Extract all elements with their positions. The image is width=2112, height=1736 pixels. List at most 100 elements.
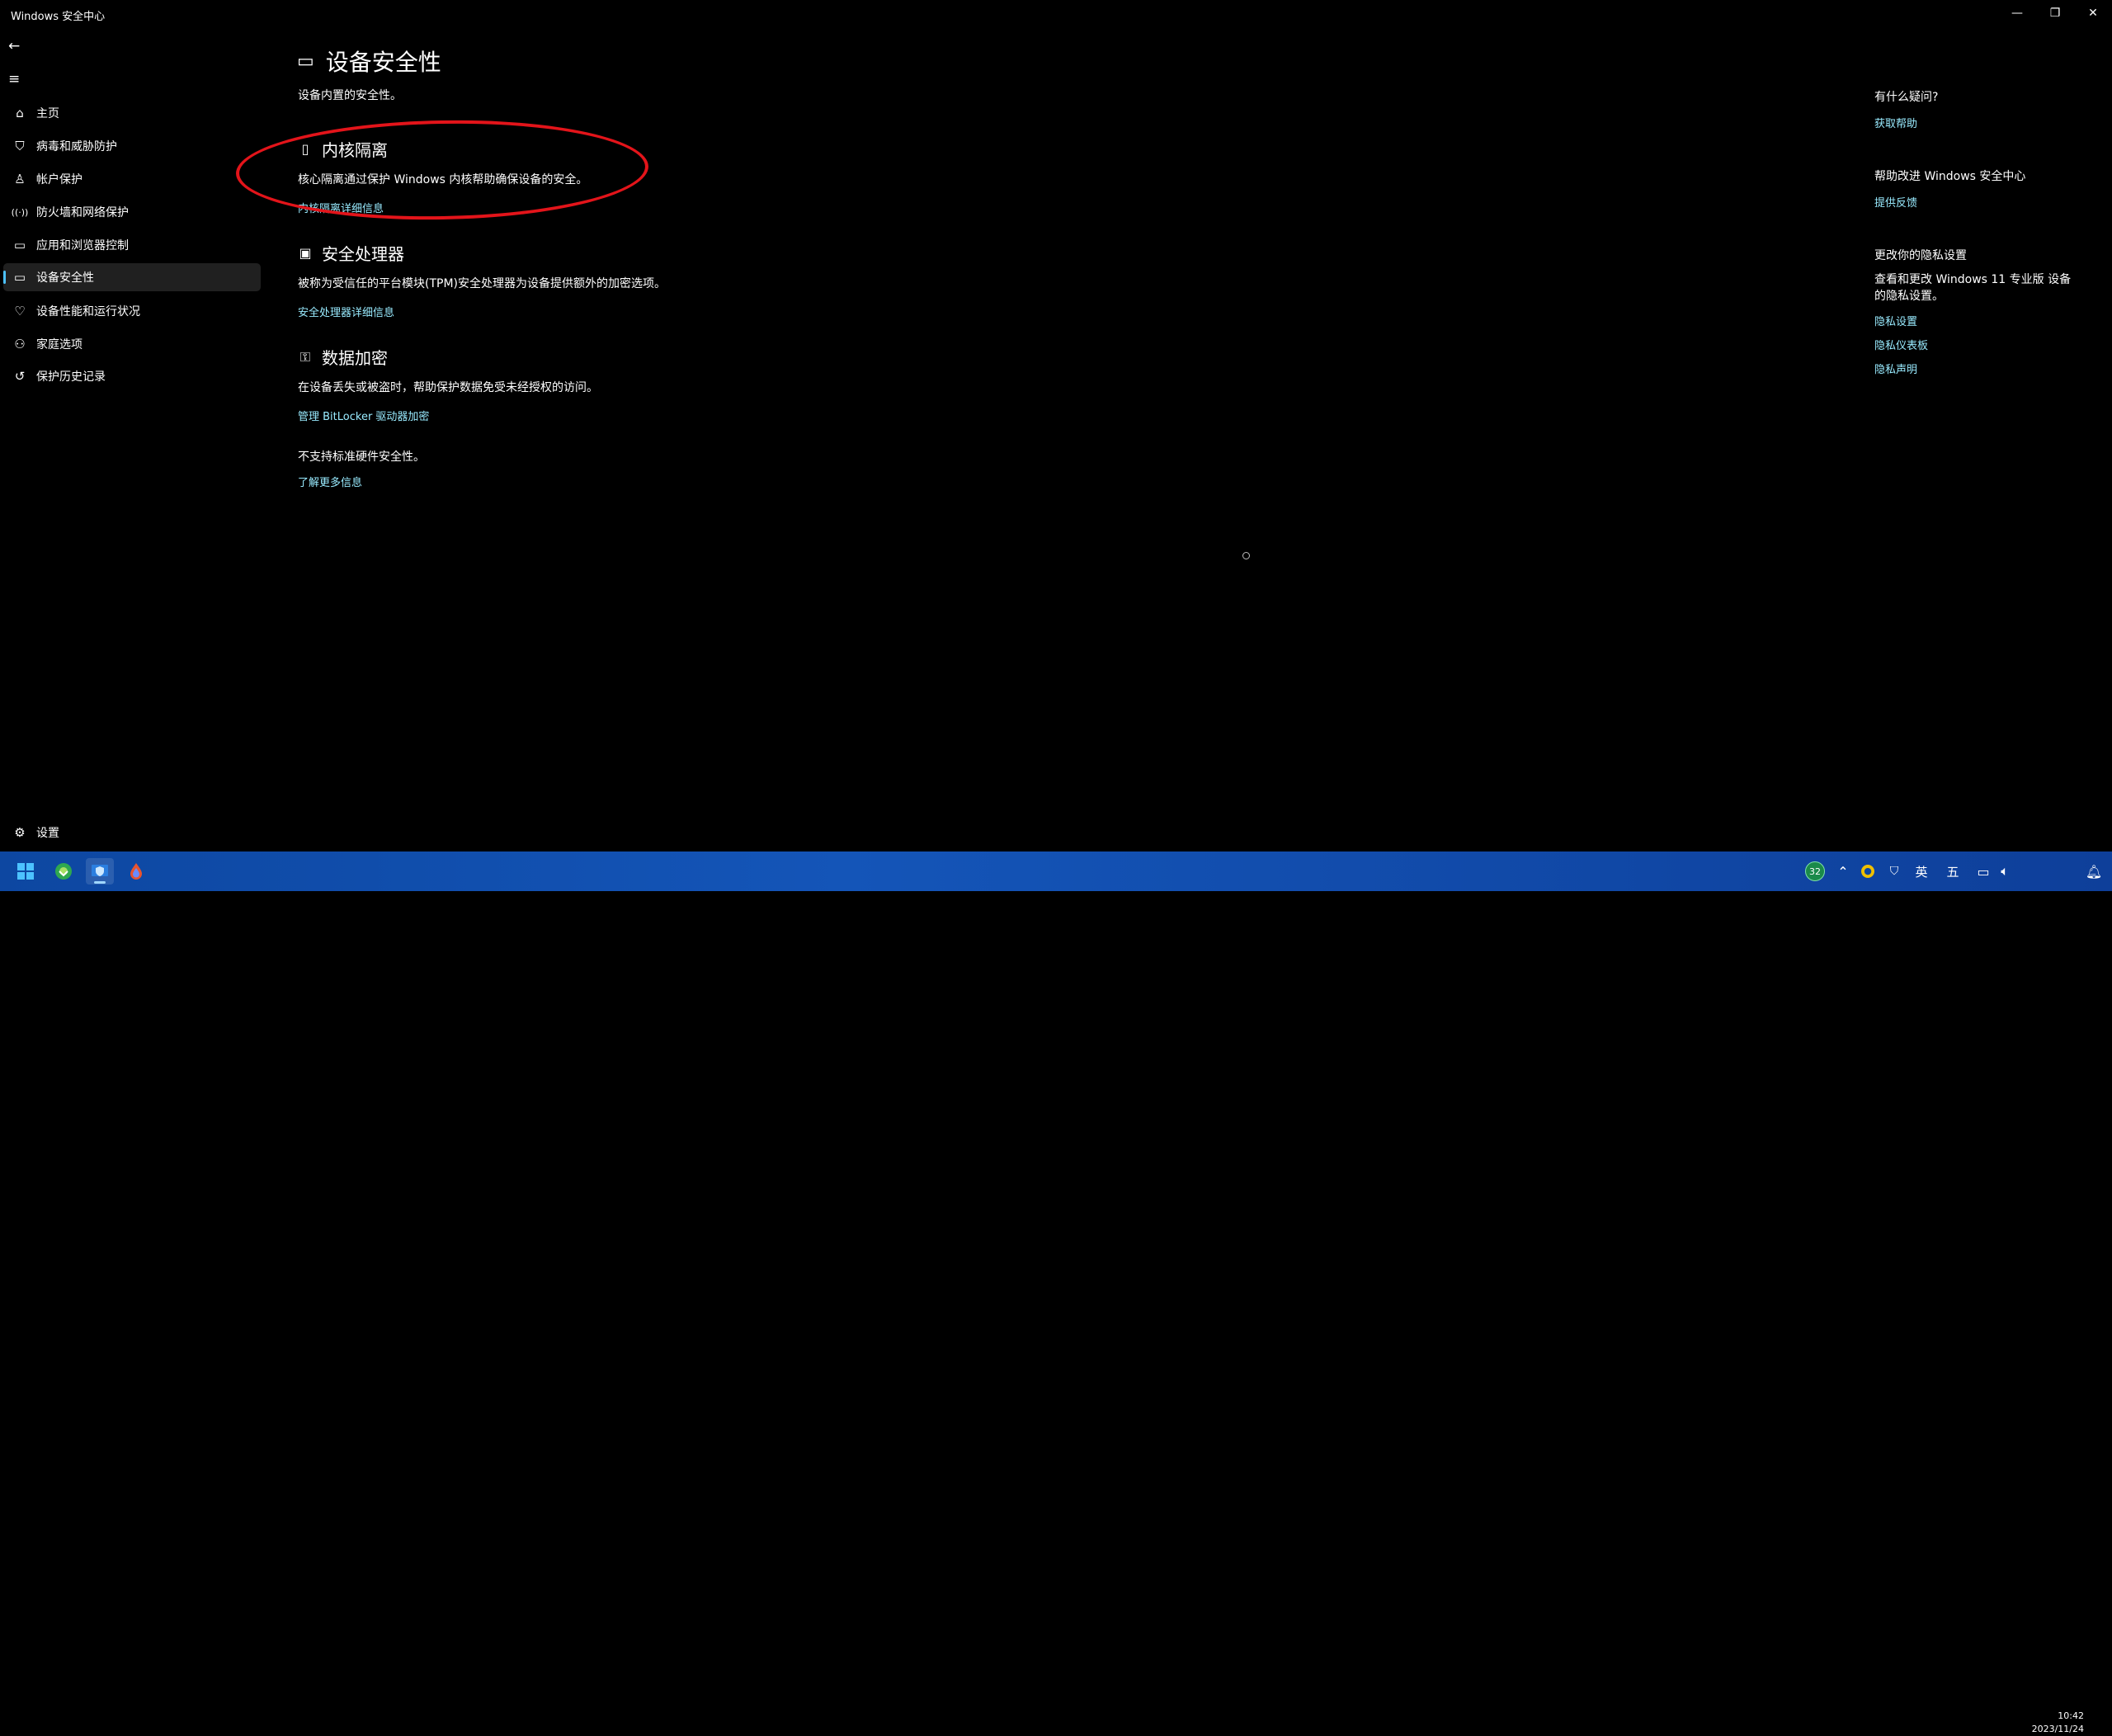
sidebar-item-label: 设备安全性 <box>36 271 94 285</box>
browser-taskbar-icon[interactable] <box>50 858 78 885</box>
app-window-icon: ▭ <box>13 238 26 252</box>
feedback-panel: 帮助改进 Windows 安全中心 提供反馈 <box>1874 167 2105 210</box>
sidebar-item-label: 保护历史记录 <box>36 370 106 384</box>
section-security-processor: ▣ 安全处理器 被称为受信任的平台模块(TPM)安全处理器为设备提供额外的加密选… <box>297 241 666 319</box>
sidebar-item-label: 帐户保护 <box>36 173 82 186</box>
privacy-statement-link[interactable]: 隐私声明 <box>1874 361 2105 376</box>
privacy-settings-link[interactable]: 隐私设置 <box>1874 313 2105 328</box>
give-feedback-link[interactable]: 提供反馈 <box>1874 194 2105 210</box>
section-heading: ▣ 安全处理器 <box>297 241 666 265</box>
gear-icon: ⚙ <box>14 825 26 840</box>
section-heading: ▯ 内核隔离 <box>297 137 587 161</box>
section-heading-text: 安全处理器 <box>322 244 404 264</box>
shield-icon: ⛉ <box>15 139 25 153</box>
language-indicator[interactable]: 英 <box>1911 860 1932 883</box>
page-title: ▭ 设备安全性 <box>297 45 441 78</box>
person-icon: ♙ <box>14 172 26 186</box>
clock[interactable]: 10:42 2023/11/24 <box>2021 1710 2084 1736</box>
laptop-icon: ▭ <box>13 270 26 285</box>
antenna-icon: ((·)) <box>11 206 29 218</box>
droplet-icon <box>130 863 142 880</box>
privacy-panel: 更改你的隐私设置 查看和更改 Windows 11 专业版 设备的隐私设置。 隐… <box>1874 247 2105 376</box>
active-app-indicator <box>94 881 106 884</box>
section-data-encryption: ⚿ 数据加密 在设备丢失或被盗时，帮助保护数据免受未经授权的访问。 管理 Bit… <box>297 345 598 423</box>
sidebar-item-label: 病毒和威胁防护 <box>36 140 117 153</box>
minimize-button[interactable]: — <box>1998 0 2036 26</box>
hardware-security-note: 不支持标准硬件安全性。 <box>298 451 425 464</box>
notification-count-badge[interactable]: 32 <box>1805 861 1825 881</box>
security-tray-icon[interactable]: ⛉ <box>1884 860 1904 883</box>
back-arrow-icon[interactable]: ← <box>8 36 33 56</box>
active-indicator <box>3 271 6 284</box>
bitlocker-link[interactable]: 管理 BitLocker 驱动器加密 <box>298 408 598 423</box>
restore-button[interactable]: ❐ <box>2036 0 2074 26</box>
sidebar-item-label: 家庭选项 <box>36 338 82 351</box>
tray-app-icon[interactable]: ● <box>1858 860 1878 883</box>
core-isolation-details-link[interactable]: 内核隔离详细信息 <box>298 200 587 215</box>
section-core-isolation: ▯ 内核隔离 核心隔离通过保护 Windows 内核帮助确保设备的安全。 内核隔… <box>297 137 587 215</box>
privacy-dashboard-link[interactable]: 隐私仪表板 <box>1874 337 2105 352</box>
section-heading-text: 数据加密 <box>322 348 388 368</box>
windows-logo-icon <box>17 863 34 880</box>
section-description: 被称为受信任的平台模块(TPM)安全处理器为设备提供额外的加密选项。 <box>298 277 666 290</box>
sidebar-item-device-performance[interactable]: ♡ 设备性能和运行状况 <box>3 297 261 325</box>
close-button[interactable]: ✕ <box>2074 0 2112 26</box>
title-bar: Windows 安全中心 — ❐ ✕ <box>0 0 2112 28</box>
sidebar-item-family-options[interactable]: ⚇ 家庭选项 <box>3 330 261 358</box>
home-icon: ⌂ <box>16 106 24 120</box>
security-center-window: Windows 安全中心 — ❐ ✕ ← ≡ ⌂ 主页 ⛉ 病毒和威胁防护 ♙ … <box>0 0 2112 851</box>
security-center-taskbar-icon[interactable] <box>86 858 114 885</box>
family-icon: ⚇ <box>14 337 26 351</box>
help-panel: 有什么疑问? 获取帮助 <box>1874 88 2105 130</box>
privacy-title: 更改你的隐私设置 <box>1874 249 1967 262</box>
key-icon: ⚿ <box>299 348 311 365</box>
laptop-icon: ▭ <box>297 50 314 72</box>
learn-more-link[interactable]: 了解更多信息 <box>298 474 362 489</box>
shield-icon <box>92 865 108 876</box>
sidebar-item-settings[interactable]: ⚙ 设置 <box>3 818 59 847</box>
notification-bell-icon[interactable]: 🔔︎ <box>2084 860 2104 883</box>
chevron-up-icon[interactable]: ⌃ <box>1833 860 1853 883</box>
settings-label: 设置 <box>36 827 59 840</box>
sidebar-item-protection-history[interactable]: ↺ 保护历史记录 <box>3 362 261 390</box>
page-title-text: 设备安全性 <box>325 49 441 76</box>
volume-icon[interactable]: 🔈︎ <box>1995 860 2015 883</box>
section-description: 核心隔离通过保护 Windows 内核帮助确保设备的安全。 <box>298 173 588 186</box>
section-description: 在设备丢失或被盗时，帮助保护数据免受未经授权的访问。 <box>298 381 598 394</box>
chip-icon: ▣ <box>299 245 312 261</box>
page-subtitle: 设备内置的安全性。 <box>298 89 402 102</box>
sidebar-item-app-browser-control[interactable]: ▭ 应用和浏览器控制 <box>3 231 261 259</box>
taskbar: 32 ⌃ ● ⛉ 英 五 ▭ 🔈︎ 10:42 2023/11/24 🔔︎ <box>0 851 2112 1734</box>
network-icon[interactable]: ▭ <box>1973 860 1993 883</box>
clock-date: 2023/11/24 <box>2031 1724 2084 1734</box>
sidebar-item-virus-protection[interactable]: ⛉ 病毒和威胁防护 <box>3 132 261 160</box>
privacy-text: 查看和更改 Windows 11 专业版 设备的隐私设置。 <box>1874 273 2072 303</box>
sidebar-item-device-security[interactable]: ▭ 设备安全性 <box>3 263 261 291</box>
window-title: Windows 安全中心 <box>11 11 106 23</box>
section-heading-text: 内核隔离 <box>322 140 388 160</box>
browser-icon <box>55 863 72 880</box>
sidebar-item-firewall[interactable]: ((·)) 防火墙和网络保护 <box>3 198 261 226</box>
get-help-link[interactable]: 获取帮助 <box>1874 115 2105 130</box>
sidebar-item-label: 设备性能和运行状况 <box>36 305 140 318</box>
drop-app-taskbar-icon[interactable] <box>122 858 150 885</box>
clock-time: 10:42 <box>2058 1710 2084 1721</box>
hamburger-menu-icon[interactable]: ≡ <box>8 69 33 89</box>
coin-icon: ● <box>1861 865 1874 878</box>
help-title: 有什么疑问? <box>1874 91 1939 104</box>
start-button[interactable] <box>12 858 40 885</box>
sidebar-item-label: 主页 <box>36 107 59 120</box>
sidebar-item-label: 应用和浏览器控制 <box>36 239 129 252</box>
improve-title: 帮助改进 Windows 安全中心 <box>1874 170 2026 183</box>
heart-icon: ♡ <box>14 304 26 318</box>
core-isolation-icon: ▯ <box>301 141 309 157</box>
loading-ring-icon <box>1242 552 1250 559</box>
sidebar-item-home[interactable]: ⌂ 主页 <box>3 99 261 127</box>
ime-indicator[interactable]: 五 <box>1942 860 1964 883</box>
sidebar-item-label: 防火墙和网络保护 <box>36 206 129 219</box>
section-heading: ⚿ 数据加密 <box>297 345 598 369</box>
sidebar-item-account-protection[interactable]: ♙ 帐户保护 <box>3 165 261 193</box>
security-processor-details-link[interactable]: 安全处理器详细信息 <box>298 304 666 319</box>
shield-icon: ⛉ <box>1889 865 1899 878</box>
history-icon: ↺ <box>14 369 26 384</box>
